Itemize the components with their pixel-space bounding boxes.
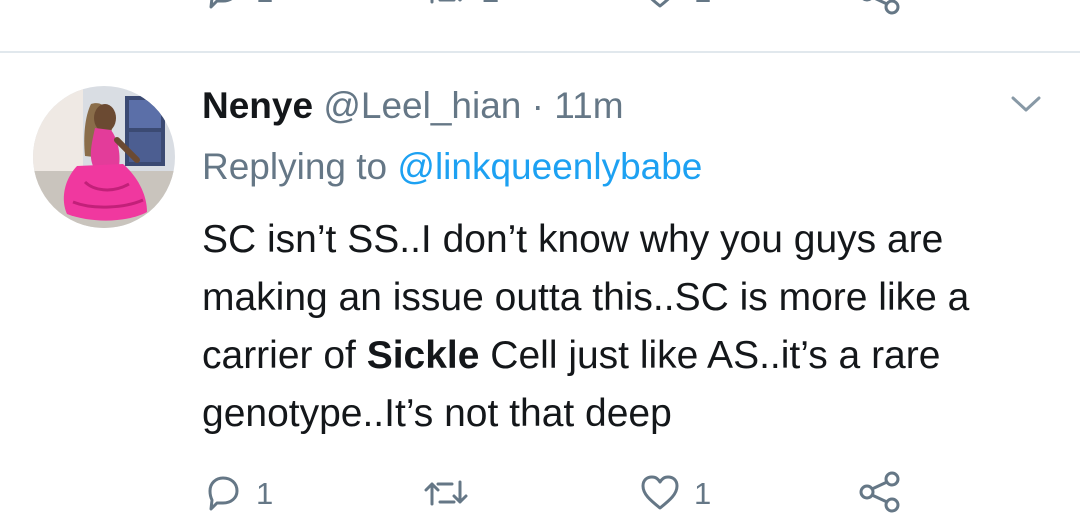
share-icon — [858, 470, 902, 514]
replying-to-prefix: Replying to — [202, 146, 388, 187]
author-handle[interactable]: @Leel_hian — [323, 85, 521, 126]
tweet-menu-button[interactable] — [1010, 94, 1042, 119]
retweet-icon — [424, 474, 468, 512]
reply-icon — [204, 474, 242, 512]
retweet-icon — [424, 0, 468, 10]
previous-tweet-actions: 1 2 1 — [0, 0, 1080, 22]
replying-to-handle[interactable]: @linkqueenlybabe — [397, 146, 702, 187]
replying-to-line: Replying to @linkqueenlybabe — [202, 145, 702, 189]
heart-icon — [640, 0, 680, 10]
like-button[interactable]: 1 — [640, 474, 711, 512]
share-button[interactable] — [858, 470, 902, 514]
prev-reply-count: 1 — [256, 0, 273, 7]
share-icon — [858, 0, 902, 16]
prev-retweet-button[interactable]: 2 — [424, 0, 499, 10]
avatar-image — [33, 86, 175, 228]
prev-share-button[interactable] — [858, 0, 902, 16]
author-name[interactable]: Nenye — [202, 85, 313, 126]
tweet-header: Nenye @Leel_hian · 11m — [202, 84, 624, 128]
tweet-actions: 1 1 — [0, 470, 1080, 520]
reply-button[interactable]: 1 — [204, 474, 273, 512]
prev-reply-button[interactable]: 1 — [204, 0, 273, 10]
retweet-button[interactable] — [424, 474, 482, 512]
prev-like-count: 1 — [694, 0, 711, 7]
heart-icon — [640, 474, 680, 512]
like-count: 1 — [694, 475, 712, 511]
reply-count: 1 — [256, 475, 274, 511]
header-separator: · — [531, 85, 544, 126]
avatar[interactable] — [33, 86, 175, 228]
prev-like-button[interactable]: 1 — [640, 0, 711, 10]
tweet-text: SC isn’t SS..I don’t know why you guys a… — [202, 211, 1062, 443]
prev-retweet-count: 2 — [482, 0, 499, 7]
tweet-text-bold: Sickle — [366, 334, 480, 377]
timestamp[interactable]: 11m — [554, 85, 623, 126]
chevron-down-icon — [1010, 96, 1042, 118]
reply-icon — [204, 0, 242, 10]
tweet-divider — [0, 51, 1080, 53]
